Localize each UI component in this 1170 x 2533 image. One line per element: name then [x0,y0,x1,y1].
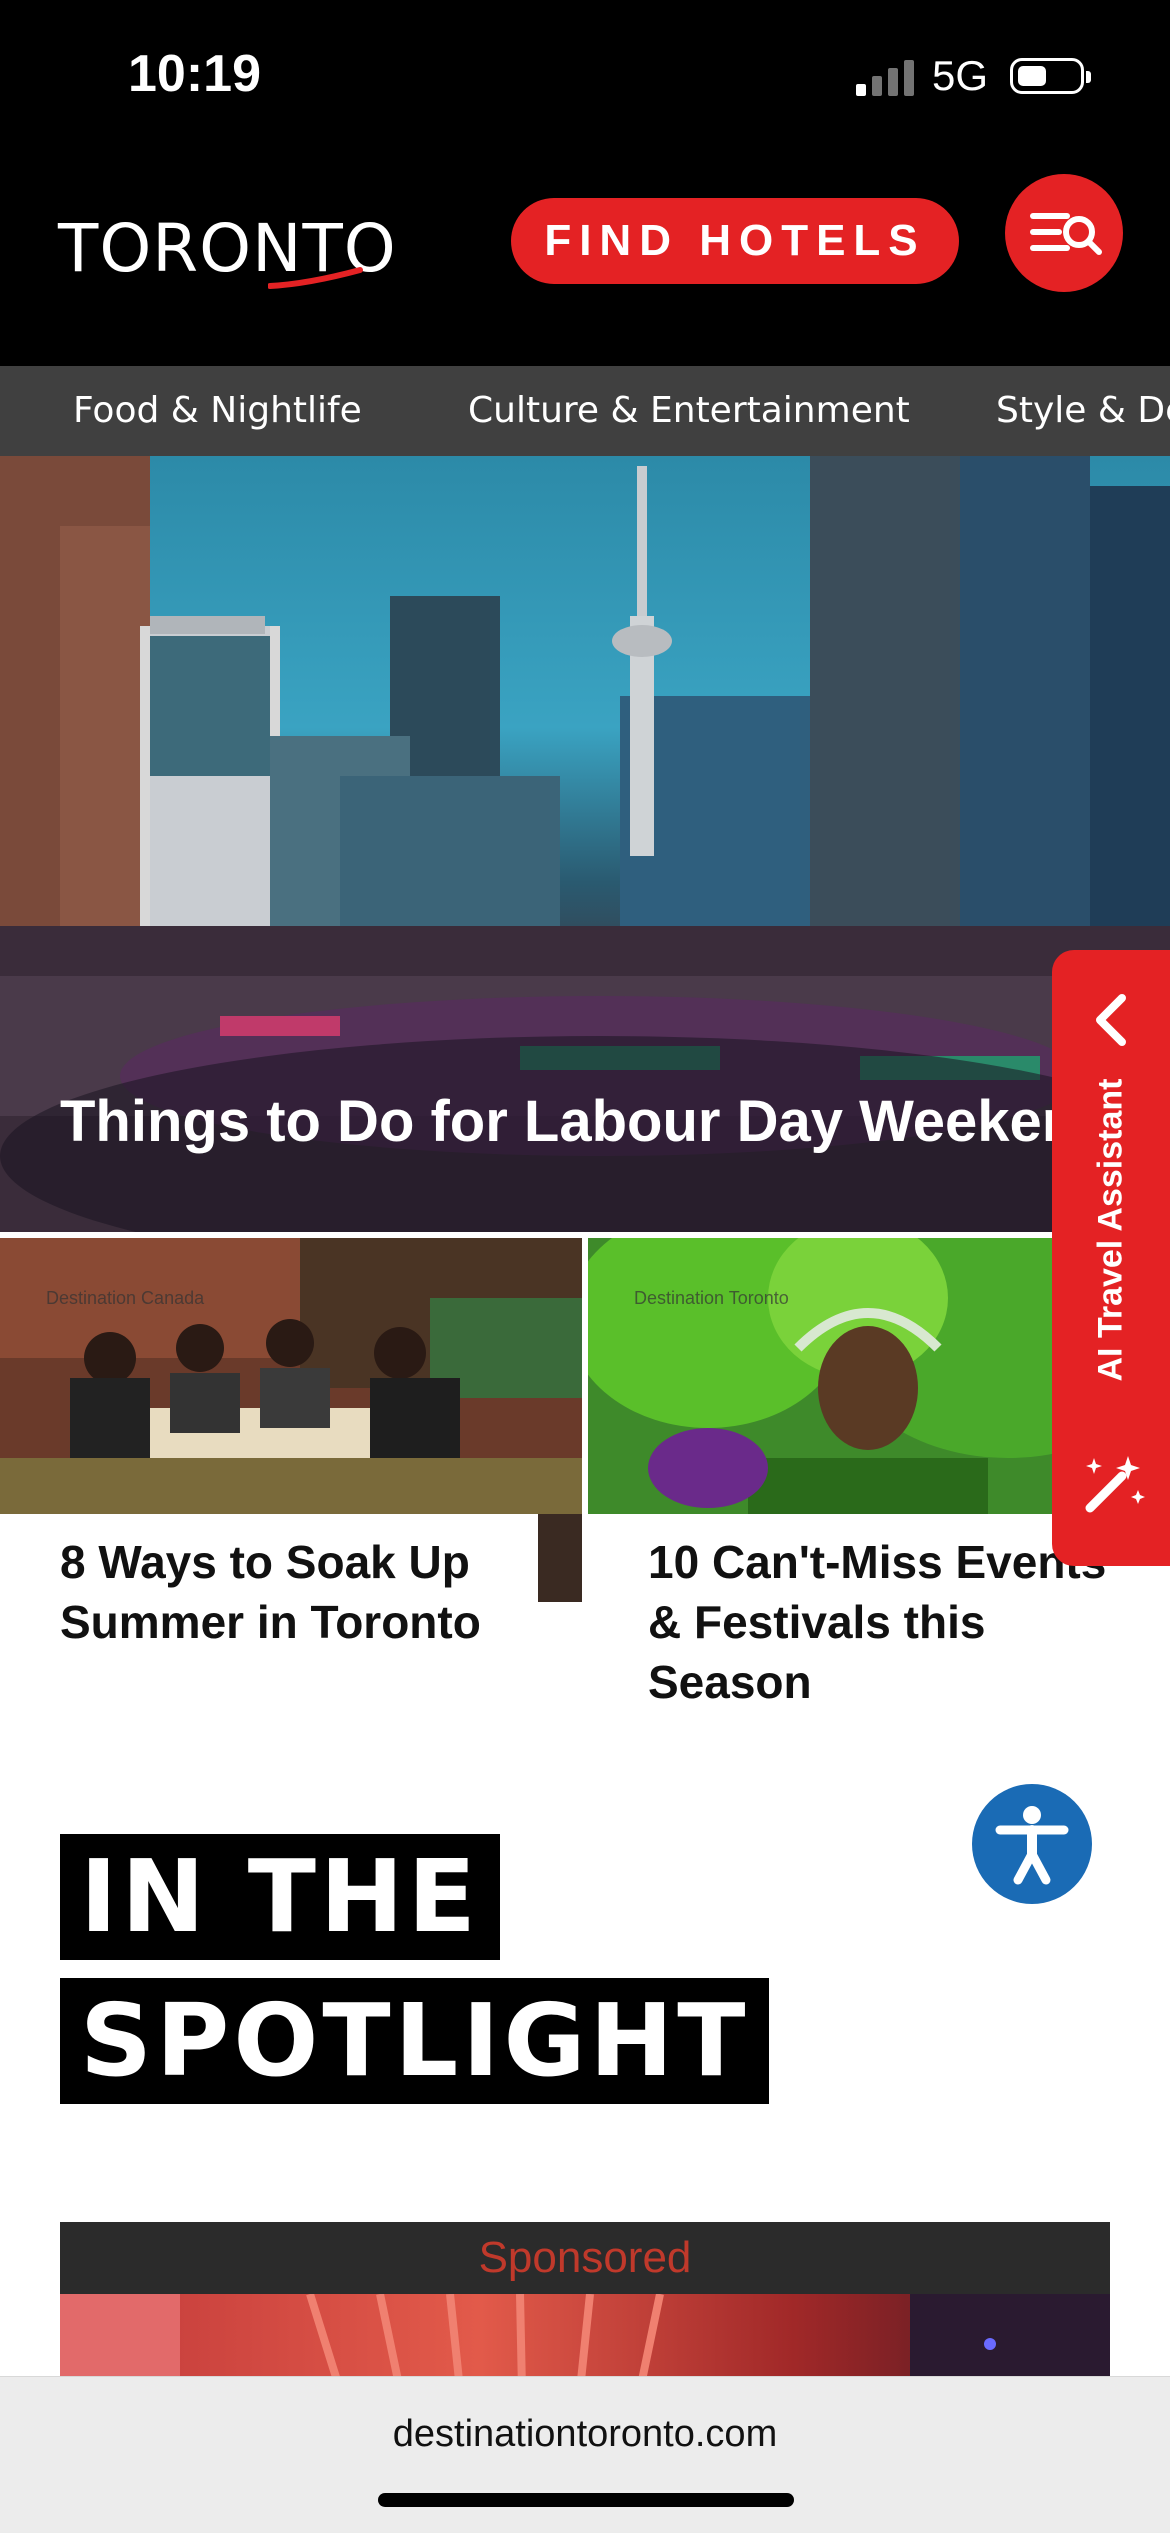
status-bar: 10:19 5G [0,0,1170,160]
nav-style-design[interactable]: Style & De [996,390,1170,431]
card-credit: Destination Canada [46,1288,205,1308]
spotlight-heading-line1: IN THE [60,1834,500,1960]
chevron-left-icon [1096,994,1126,1046]
category-nav: Food & Nightlife Culture & Entertainment… [0,366,1170,456]
menu-search-icon [1030,213,1102,255]
spotlight-heading-line2: SPOTLIGHT [60,1978,770,2104]
nav-food-nightlife[interactable]: Food & Nightlife [73,390,362,431]
ai-assistant-label: AI Travel Assistant [1091,1078,1130,1382]
card-credit: Destination Toronto [634,1288,789,1308]
accessibility-icon [995,1806,1069,1885]
site-header: TORONTO FIND HOTELS [0,160,1170,366]
hero-article[interactable]: Things to Do for Labour Day Weeken [0,456,1170,1232]
ai-travel-assistant-tab[interactable]: AI Travel Assistant [1052,950,1170,1566]
find-hotels-button[interactable]: FIND HOTELS [511,198,959,284]
network-type: 5G [932,52,989,99]
signal-icon [856,60,916,96]
card-image: Destination Canada [0,1238,582,1514]
battery-icon [1010,58,1091,94]
url-text[interactable]: destinationtoronto.com [0,2413,1170,2456]
home-indicator[interactable] [378,2493,794,2507]
sponsored-label: Sponsored [60,2222,1110,2294]
hero-title[interactable]: Things to Do for Labour Day Weeken [60,1088,1077,1155]
browser-url-bar[interactable]: destinationtoronto.com [0,2376,1170,2533]
card-title[interactable]: 8 Ways to Soak Up Summer in Toronto [60,1532,560,1652]
menu-search-button[interactable] [1005,174,1123,292]
nav-culture-entertainment[interactable]: Culture & Entertainment [468,390,910,431]
logo-swoosh-icon [268,267,363,289]
accessibility-button[interactable] [972,1784,1092,1904]
magic-wand-icon [1085,1456,1145,1513]
status-time: 10:19 [128,45,261,103]
